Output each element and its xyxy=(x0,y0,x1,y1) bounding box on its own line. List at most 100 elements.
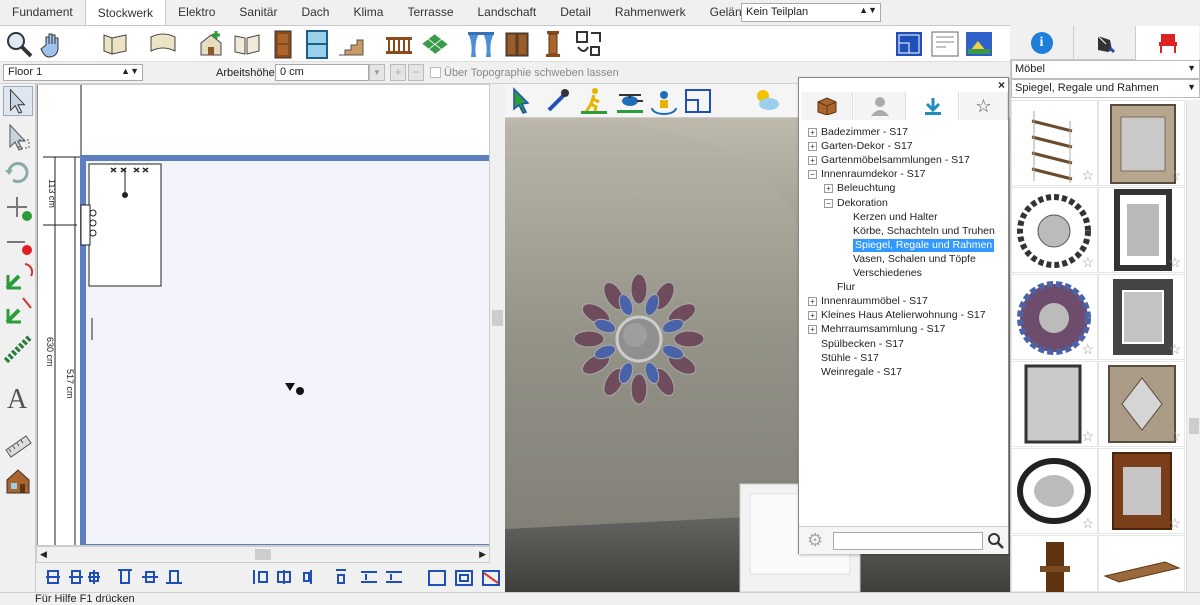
ribbon-tab[interactable]: Detail xyxy=(548,0,603,25)
decrease-button[interactable]: − xyxy=(408,64,424,81)
ribbon-tab[interactable]: Dach xyxy=(289,0,341,25)
3d-select-icon[interactable] xyxy=(509,86,539,116)
plan-vertical-scrollbar[interactable] xyxy=(489,84,505,563)
arbeitshoehe-input[interactable]: 0 cm xyxy=(275,64,369,81)
curtain-icon[interactable] xyxy=(466,29,496,59)
info-tab[interactable]: i xyxy=(1010,26,1073,60)
favorite-star-icon[interactable]: ☆ xyxy=(1168,167,1181,184)
catalog-tree-item[interactable]: Spülbecken - S17 xyxy=(821,338,904,351)
library-item[interactable]: ☆ xyxy=(1098,274,1185,360)
stairs-icon[interactable] xyxy=(336,29,366,59)
ribbon-tab[interactable]: Sanitär xyxy=(227,0,289,25)
catalog-tree-item[interactable]: Garten-Dekor - S17 xyxy=(821,140,913,153)
chain-icon[interactable] xyxy=(3,334,33,364)
gear-icon[interactable]: ⚙ xyxy=(807,530,823,551)
shapes-icon[interactable] xyxy=(574,29,604,59)
add-point-icon[interactable] xyxy=(3,192,33,222)
break-line-icon[interactable] xyxy=(3,262,33,292)
view-preset-icon[interactable] xyxy=(683,86,713,116)
favorite-star-icon[interactable]: ☆ xyxy=(1081,341,1094,358)
expand-icon[interactable]: + xyxy=(808,325,817,335)
add-room-icon[interactable] xyxy=(196,29,226,59)
scroll-left-icon[interactable]: ◀ xyxy=(40,549,47,560)
cabinet-icon[interactable] xyxy=(502,29,532,59)
catalog-tree-item[interactable]: Gartenmöbelsammlungen - S17 xyxy=(821,154,970,167)
library-item[interactable] xyxy=(1098,535,1185,592)
expand-icon[interactable]: + xyxy=(808,142,817,152)
ribbon-tab[interactable]: Landschaft xyxy=(466,0,549,25)
ribbon-tab[interactable]: Elektro xyxy=(166,0,227,25)
library-item[interactable]: ☆ xyxy=(1011,274,1098,360)
topo-checkbox[interactable] xyxy=(430,67,441,78)
catalog-tree-item[interactable]: Badezimmer - S17 xyxy=(821,126,908,139)
catalog-tree-item[interactable]: Innenraumdekor - S17 xyxy=(821,168,925,181)
ribbon-tab[interactable]: Klima xyxy=(341,0,395,25)
library-item[interactable]: ☆ xyxy=(1098,100,1185,186)
eyedropper-icon[interactable] xyxy=(543,86,573,116)
catalog-tab-download[interactable] xyxy=(907,92,959,120)
library-item[interactable] xyxy=(1011,535,1098,592)
library-subcategory-select[interactable]: Spiegel, Regale und Rahmen ▼ xyxy=(1011,79,1200,98)
scroll-right-icon[interactable]: ▶ xyxy=(479,549,486,560)
favorite-star-icon[interactable]: ☆ xyxy=(1168,515,1181,532)
catalog-tree-item[interactable]: Kerzen und Halter xyxy=(853,211,938,224)
catalog-tree-item[interactable]: Mehrraumsammlung - S17 xyxy=(821,323,945,336)
collapse-icon[interactable]: − xyxy=(824,198,833,208)
helicopter-icon[interactable] xyxy=(615,86,645,116)
search-icon[interactable] xyxy=(988,533,1004,549)
teilplan-select[interactable]: Kein Teilplan ▲▼ xyxy=(741,3,881,22)
catalog-tree-item[interactable]: Körbe, Schachteln und Truhen xyxy=(853,225,995,238)
column-icon[interactable] xyxy=(538,29,568,59)
expand-icon[interactable]: + xyxy=(824,184,833,194)
text-icon[interactable]: A xyxy=(3,382,33,412)
rotate-icon[interactable] xyxy=(3,158,33,188)
favorite-star-icon[interactable]: ☆ xyxy=(1168,254,1181,271)
catalog-tab-favorites[interactable]: ☆ xyxy=(960,92,1008,120)
select-arrow-icon[interactable] xyxy=(3,86,33,116)
select-objects-icon[interactable] xyxy=(3,122,33,152)
join-line-icon[interactable] xyxy=(3,296,33,326)
library-item[interactable]: ☆ xyxy=(1011,100,1098,186)
catalog-tree-item[interactable]: Dekoration xyxy=(837,197,888,210)
flooring-icon[interactable] xyxy=(420,29,450,59)
catalog-tree-item[interactable]: Innenraummöbel - S17 xyxy=(821,295,928,308)
library-item[interactable]: ☆ xyxy=(1011,187,1098,273)
pen-tab[interactable] xyxy=(1073,26,1136,60)
increase-button[interactable]: + xyxy=(390,64,406,81)
catalog-tree-item[interactable]: Verschiedenes xyxy=(853,267,922,280)
3d-view-icon[interactable] xyxy=(964,29,994,59)
favorite-star-icon[interactable]: ☆ xyxy=(1081,515,1094,532)
catalog-tree-item[interactable]: Vasen, Schalen und Töpfe xyxy=(853,253,976,266)
floor-select[interactable]: Floor 1 ▲▼ xyxy=(3,64,143,81)
favorite-star-icon[interactable]: ☆ xyxy=(1081,428,1094,445)
scroll-thumb[interactable] xyxy=(1189,418,1199,434)
catalog-tree-item[interactable]: Weinregale - S17 xyxy=(821,366,902,379)
ribbon-tab[interactable]: Fundament xyxy=(0,0,85,25)
favorite-star-icon[interactable]: ☆ xyxy=(1081,254,1094,271)
floorplan-canvas[interactable]: 113 cm 630 cm 517 cm xyxy=(36,84,490,546)
door-icon[interactable] xyxy=(268,29,298,59)
expand-icon[interactable]: + xyxy=(808,311,817,321)
orbit-icon[interactable] xyxy=(649,86,679,116)
ribbon-tab[interactable]: Rahmenwerk xyxy=(603,0,698,25)
library-item[interactable]: ☆ xyxy=(1011,448,1098,534)
ruler-icon[interactable] xyxy=(3,430,33,460)
window-icon[interactable] xyxy=(302,29,332,59)
railing-icon[interactable] xyxy=(384,29,414,59)
weather-icon[interactable] xyxy=(751,86,781,116)
favorite-star-icon[interactable]: ☆ xyxy=(1081,167,1094,184)
catalog-tree-item[interactable]: Spiegel, Regale und Rahmen xyxy=(853,238,995,252)
walkthrough-icon[interactable] xyxy=(579,86,609,116)
scroll-thumb[interactable] xyxy=(255,549,271,560)
wall-tool-icon[interactable] xyxy=(100,29,130,59)
library-item[interactable]: ☆ xyxy=(1011,361,1098,447)
ribbon-tab[interactable]: Terrasse xyxy=(395,0,465,25)
favorite-star-icon[interactable]: ☆ xyxy=(1168,341,1181,358)
catalog-tree-item[interactable]: Beleuchtung xyxy=(837,182,895,195)
zoom-icon[interactable] xyxy=(4,29,34,59)
alignment-icons[interactable] xyxy=(36,563,505,592)
close-icon[interactable]: × xyxy=(998,78,1005,92)
collapse-icon[interactable]: − xyxy=(808,170,817,180)
library-scrollbar[interactable] xyxy=(1186,100,1200,592)
expand-icon[interactable]: + xyxy=(808,128,817,137)
